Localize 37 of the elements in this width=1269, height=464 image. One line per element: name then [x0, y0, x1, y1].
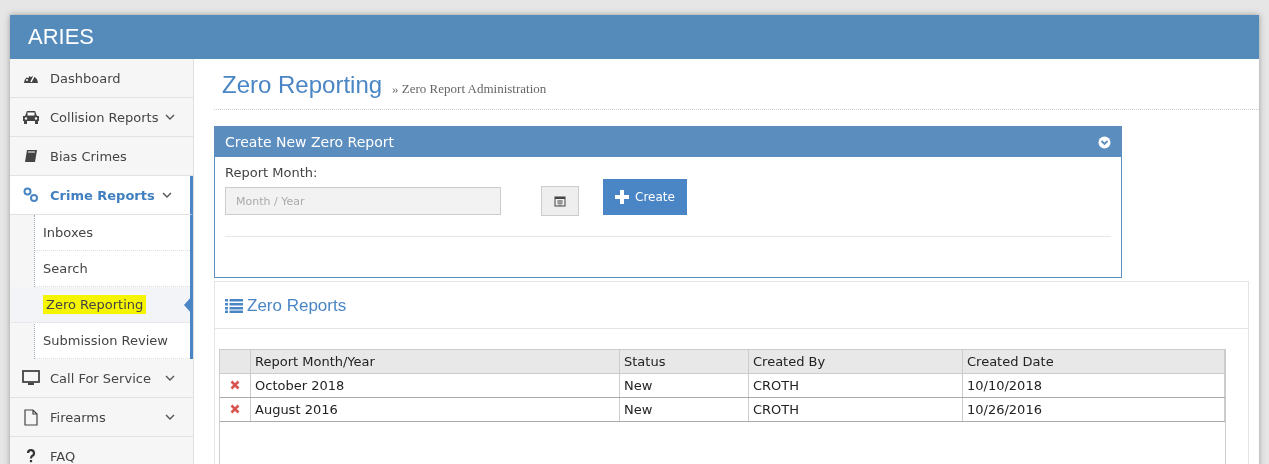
table-cell: CROTH — [748, 397, 963, 422]
table-cell: New — [619, 373, 749, 398]
panel-title: Create New Zero Report — [225, 134, 395, 150]
delete-icon[interactable] — [230, 380, 240, 390]
table-cell: CROTH — [748, 373, 963, 398]
create-button[interactable]: Create — [603, 179, 687, 215]
calendar-button[interactable] — [541, 186, 579, 216]
book-icon — [24, 149, 38, 163]
table-cell: 10/26/2016 — [962, 397, 1225, 422]
speedometer-icon — [23, 72, 39, 84]
sidebar-item[interactable]: Crime Reports — [10, 176, 193, 215]
column-header: Report Month/Year — [250, 350, 620, 374]
list-icon — [225, 299, 243, 313]
table-cell: New — [619, 397, 749, 422]
collapse-icon[interactable] — [1098, 135, 1111, 149]
plus-icon — [615, 190, 629, 204]
column-header: Status — [619, 350, 749, 374]
table-cell: 10/10/2018 — [962, 373, 1225, 398]
breadcrumb: » Zero Report Administration — [392, 81, 547, 97]
column-header: Created By — [748, 350, 963, 374]
document-icon — [24, 408, 38, 426]
page-title: Zero Reporting — [222, 71, 383, 99]
month-input-field[interactable]: Month / Year — [225, 187, 501, 215]
submenu-item[interactable]: Zero Reporting — [11, 287, 190, 323]
table-cell: October 2018 — [250, 373, 620, 398]
submenu-item[interactable]: Inboxes — [35, 215, 190, 251]
field-label: Report Month: — [225, 165, 319, 180]
car-icon — [22, 110, 40, 124]
calendar-icon — [554, 195, 566, 207]
link-icon — [23, 187, 39, 203]
delete-icon[interactable] — [230, 404, 240, 414]
table-cell: August 2016 — [250, 397, 620, 422]
column-header: Created Date — [962, 350, 1225, 374]
monitor-icon — [22, 370, 40, 386]
question-icon — [26, 449, 36, 463]
section-title: Zero Reports — [247, 296, 347, 316]
app-title: ARIES — [28, 24, 95, 50]
